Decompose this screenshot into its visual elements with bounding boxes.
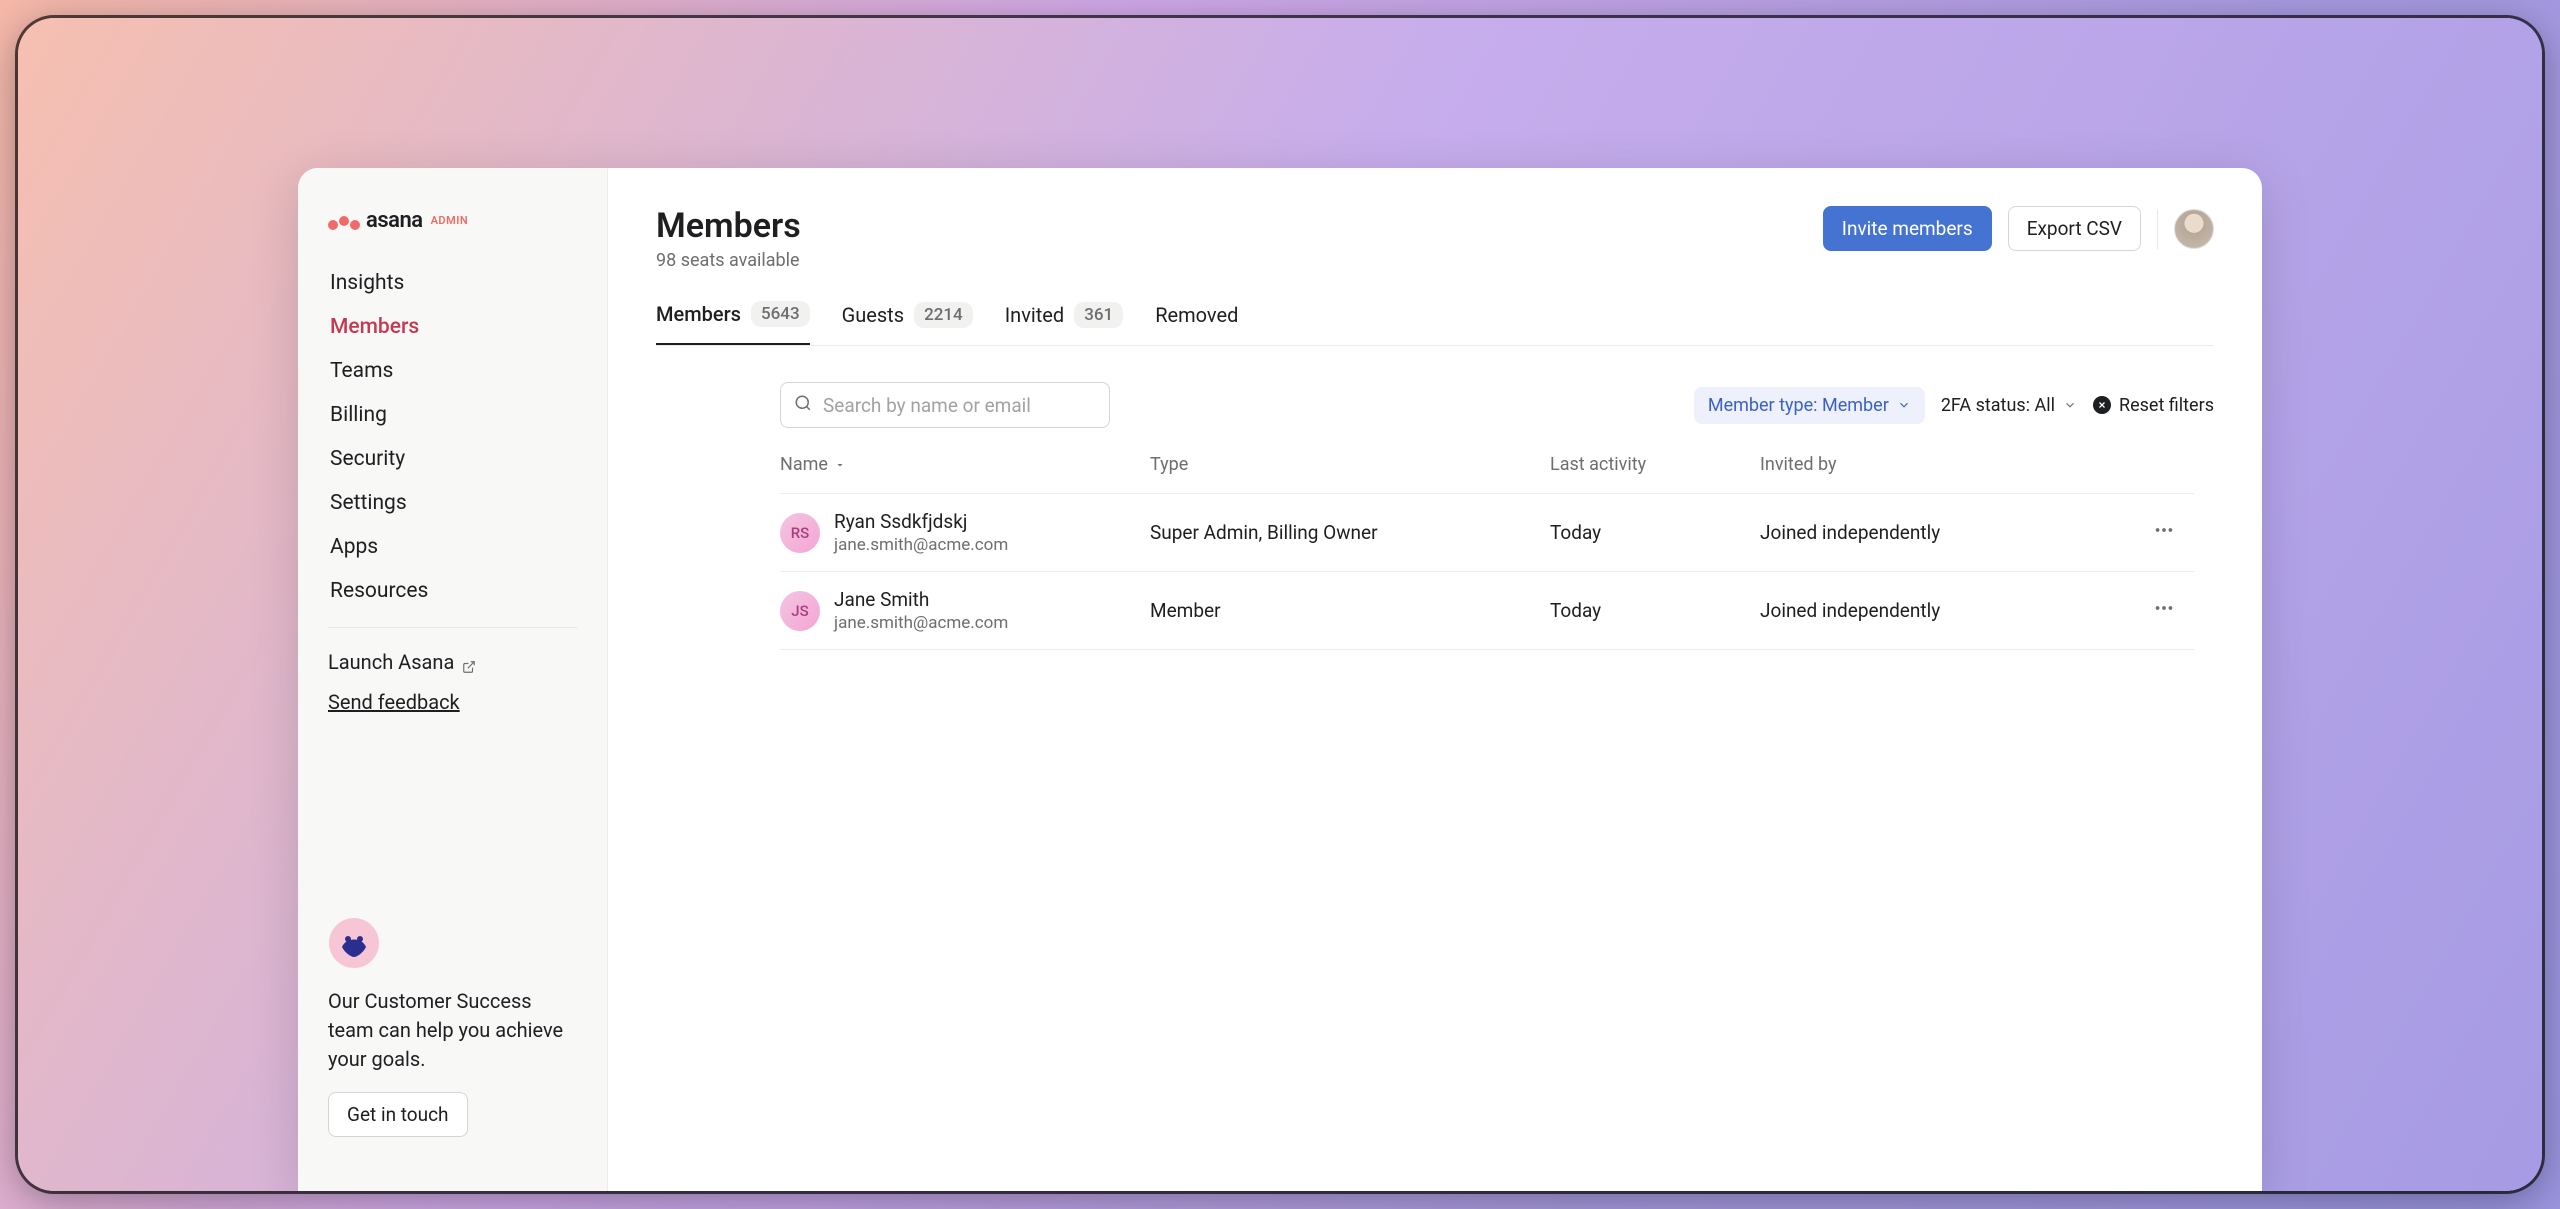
member-avatar: RS bbox=[780, 513, 820, 553]
search-input[interactable] bbox=[780, 382, 1110, 428]
sidebar-item-apps[interactable]: Apps bbox=[316, 525, 589, 569]
table-row[interactable]: RS Ryan Ssdkfjdskj jane.smith@acme.com S… bbox=[780, 494, 2194, 572]
tabs: Members 5643 Guests 2214 Invited 361 Rem… bbox=[656, 301, 2214, 346]
sidebar-item-label: Security bbox=[330, 447, 405, 471]
sidebar-item-teams[interactable]: Teams bbox=[316, 349, 589, 393]
page-header: Members 98 seats available Invite member… bbox=[656, 206, 2214, 271]
sidebar-item-security[interactable]: Security bbox=[316, 437, 589, 481]
tab-label: Removed bbox=[1155, 303, 1238, 327]
invite-members-button[interactable]: Invite members bbox=[1823, 206, 1992, 251]
sidebar-nav: Insights Members Teams Billing Security … bbox=[298, 261, 607, 613]
member-invited-by: Joined independently bbox=[1760, 599, 2134, 622]
tab-removed[interactable]: Removed bbox=[1155, 301, 1238, 345]
sidebar-item-insights[interactable]: Insights bbox=[316, 261, 589, 305]
promo-block: Our Customer Success team can help you a… bbox=[298, 917, 607, 1161]
member-name: Jane Smith bbox=[834, 588, 1008, 611]
filter-member-type-label: Member type: Member bbox=[1708, 395, 1889, 416]
sidebar-item-resources[interactable]: Resources bbox=[316, 569, 589, 613]
filter-2fa-status[interactable]: 2FA status: All bbox=[1941, 395, 2077, 416]
row-actions-button[interactable] bbox=[2134, 597, 2194, 624]
tab-count: 5643 bbox=[751, 301, 810, 327]
row-actions-button[interactable] bbox=[2134, 519, 2194, 546]
sidebar-item-label: Billing bbox=[330, 403, 387, 427]
column-header-type[interactable]: Type bbox=[1150, 454, 1550, 475]
filter-member-type[interactable]: Member type: Member bbox=[1694, 387, 1925, 424]
logo-brand: asana bbox=[366, 208, 423, 233]
column-header-last-activity[interactable]: Last activity bbox=[1550, 454, 1760, 475]
external-link-icon bbox=[462, 655, 476, 669]
column-header-label: Name bbox=[780, 454, 828, 475]
table-row[interactable]: JS Jane Smith jane.smith@acme.com Member… bbox=[780, 572, 2194, 650]
name-cell: JS Jane Smith jane.smith@acme.com bbox=[780, 588, 1150, 633]
member-last-activity: Today bbox=[1550, 521, 1760, 544]
tab-invited[interactable]: Invited 361 bbox=[1005, 301, 1123, 345]
toolbar: Member type: Member 2FA status: All Rese… bbox=[780, 346, 2214, 454]
member-invited-by: Joined independently bbox=[1760, 521, 2134, 544]
sidebar-item-label: Apps bbox=[330, 535, 378, 559]
tab-guests[interactable]: Guests 2214 bbox=[842, 301, 973, 345]
invite-members-label: Invite members bbox=[1842, 217, 1973, 240]
promo-text: Our Customer Success team can help you a… bbox=[328, 987, 577, 1074]
sidebar-item-label: Insights bbox=[330, 271, 404, 295]
sidebar-item-label: Teams bbox=[330, 359, 393, 383]
send-feedback-link[interactable]: Send feedback bbox=[298, 682, 607, 722]
divider bbox=[2157, 209, 2158, 249]
member-type: Member bbox=[1150, 599, 1550, 622]
launch-asana-link[interactable]: Launch Asana bbox=[298, 642, 607, 682]
asana-logo-icon bbox=[328, 216, 360, 226]
column-header-name[interactable]: Name bbox=[780, 454, 1150, 475]
member-email: jane.smith@acme.com bbox=[834, 535, 1008, 555]
tab-count: 361 bbox=[1074, 302, 1123, 328]
tab-count: 2214 bbox=[914, 302, 973, 328]
page-title: Members bbox=[656, 206, 801, 246]
get-in-touch-label: Get in touch bbox=[347, 1103, 449, 1126]
export-csv-label: Export CSV bbox=[2027, 217, 2122, 240]
export-csv-button[interactable]: Export CSV bbox=[2008, 206, 2141, 251]
get-in-touch-button[interactable]: Get in touch bbox=[328, 1092, 468, 1137]
user-avatar[interactable] bbox=[2174, 209, 2214, 249]
sort-down-icon bbox=[834, 459, 846, 471]
sidebar-item-billing[interactable]: Billing bbox=[316, 393, 589, 437]
tab-members[interactable]: Members 5643 bbox=[656, 301, 810, 345]
member-email: jane.smith@acme.com bbox=[834, 613, 1008, 633]
sidebar-item-settings[interactable]: Settings bbox=[316, 481, 589, 525]
sidebar-item-label: Members bbox=[330, 315, 419, 339]
sidebar-item-members[interactable]: Members bbox=[316, 305, 589, 349]
send-feedback-label: Send feedback bbox=[328, 690, 460, 714]
member-last-activity: Today bbox=[1550, 599, 1760, 622]
search-box bbox=[780, 382, 1110, 428]
promo-illustration-icon bbox=[328, 917, 380, 969]
member-type: Super Admin, Billing Owner bbox=[1150, 521, 1550, 544]
launch-asana-label: Launch Asana bbox=[328, 650, 454, 674]
wallpaper: asana ADMIN Insights Members Teams Billi… bbox=[18, 18, 2542, 1191]
sidebar: asana ADMIN Insights Members Teams Billi… bbox=[298, 168, 608, 1191]
reset-filters-label: Reset filters bbox=[2119, 395, 2214, 416]
chevron-down-icon bbox=[2063, 398, 2077, 412]
logo-suffix: ADMIN bbox=[431, 214, 469, 227]
members-table: Name Type Last activity Invited by RS Ry… bbox=[780, 454, 2194, 650]
sidebar-item-label: Settings bbox=[330, 491, 407, 515]
search-icon bbox=[794, 394, 812, 416]
tab-label: Guests bbox=[842, 303, 904, 327]
member-name: Ryan Ssdkfjdskj bbox=[834, 510, 1008, 533]
logo: asana ADMIN bbox=[298, 208, 607, 261]
filter-2fa-label: 2FA status: All bbox=[1941, 395, 2055, 416]
name-cell: RS Ryan Ssdkfjdskj jane.smith@acme.com bbox=[780, 510, 1150, 555]
chevron-down-icon bbox=[1897, 398, 1911, 412]
member-avatar: JS bbox=[780, 591, 820, 631]
more-horizontal-icon bbox=[2153, 519, 2175, 541]
tab-label: Invited bbox=[1005, 303, 1064, 327]
sidebar-item-label: Resources bbox=[330, 579, 428, 603]
more-horizontal-icon bbox=[2153, 597, 2175, 619]
table-header: Name Type Last activity Invited by bbox=[780, 454, 2194, 494]
seats-available: 98 seats available bbox=[656, 250, 801, 271]
divider bbox=[328, 627, 577, 628]
column-header-invited-by[interactable]: Invited by bbox=[1760, 454, 2134, 475]
main-content: Members 98 seats available Invite member… bbox=[608, 168, 2262, 1191]
reset-filters-button[interactable]: Reset filters bbox=[2093, 395, 2214, 416]
tab-label: Members bbox=[656, 302, 741, 326]
app-window: asana ADMIN Insights Members Teams Billi… bbox=[298, 168, 2262, 1191]
close-circle-icon bbox=[2093, 396, 2111, 414]
